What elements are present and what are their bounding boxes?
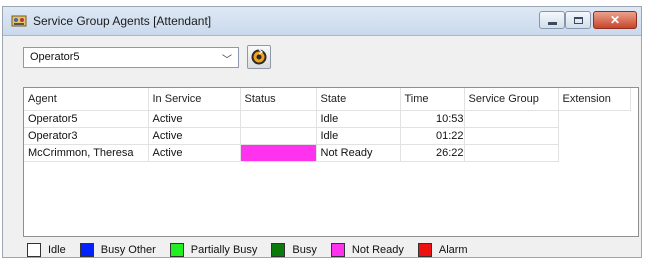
service-group-cell <box>464 127 559 145</box>
service-group-agents-window: Service Group Agents [Attendant] ✕ Opera… <box>2 6 642 258</box>
agent-cell: Operator5 <box>24 110 149 128</box>
in-service-cell: Active <box>148 127 241 145</box>
status-legend: Idle Busy Other Partially Busy Busy Not … <box>27 243 482 257</box>
toolbar: Operator5 ﹀ <box>3 35 641 79</box>
column-header-in-service[interactable]: In Service <box>148 88 241 111</box>
column-header-state[interactable]: State <box>316 88 401 111</box>
maximize-icon <box>573 16 583 24</box>
chevron-down-icon: ﹀ <box>222 55 232 66</box>
time-cell: 10:53 <box>400 110 465 128</box>
agent-cell: Operator3 <box>24 127 149 145</box>
legend-swatch <box>271 243 286 257</box>
operator-select-value: Operator5 <box>30 51 80 63</box>
legend-label: Busy Other <box>100 244 156 256</box>
close-button[interactable]: ✕ <box>593 11 637 29</box>
status-cell <box>240 144 317 162</box>
close-icon: ✕ <box>609 13 621 27</box>
window-title: Service Group Agents [Attendant] <box>33 14 212 28</box>
status-cell <box>240 110 317 128</box>
column-header-status[interactable]: Status <box>240 88 317 111</box>
state-cell: Not Ready <box>316 144 401 162</box>
legend-item-alarm: Alarm <box>417 243 468 257</box>
extension-cell <box>558 110 630 128</box>
column-header-extension[interactable]: Extension <box>558 88 631 111</box>
title-bar[interactable]: Service Group Agents [Attendant] ✕ <box>3 7 641 36</box>
table-row[interactable]: Operator3 Active Idle 01:22 <box>24 127 630 145</box>
legend-item-not-ready: Not Ready <box>330 243 404 257</box>
refresh-button[interactable] <box>247 45 271 69</box>
extension-cell <box>558 145 630 162</box>
agent-cell: McCrimmon, Theresa <box>24 144 149 162</box>
legend-item-busy-other: Busy Other <box>79 243 156 257</box>
extension-cell <box>558 128 630 145</box>
agents-grid[interactable]: Agent In Service Status State Time Servi… <box>23 87 639 237</box>
in-service-cell: Active <box>148 110 241 128</box>
minimize-button[interactable] <box>539 11 565 29</box>
service-group-icon <box>11 13 27 29</box>
legend-swatch <box>169 243 184 257</box>
legend-item-idle: Idle <box>27 243 66 257</box>
column-header-service-group[interactable]: Service Group <box>464 88 559 111</box>
legend-label: Partially Busy <box>190 244 258 256</box>
table-row[interactable]: Operator5 Active Idle 10:53 <box>24 110 630 128</box>
in-service-cell: Active <box>148 144 241 162</box>
table-row[interactable]: McCrimmon, Theresa Active Not Ready 26:2… <box>24 144 630 162</box>
minimize-icon <box>547 21 557 25</box>
column-header-agent[interactable]: Agent <box>24 88 149 111</box>
legend-label: Alarm <box>438 244 468 256</box>
legend-label: Busy <box>292 244 317 256</box>
operator-select[interactable]: Operator5 ﹀ <box>23 47 239 68</box>
state-cell: Idle <box>316 110 401 128</box>
state-cell: Idle <box>316 127 401 145</box>
agents-table: Agent In Service Status State Time Servi… <box>24 88 631 162</box>
legend-swatch <box>330 243 345 257</box>
legend-item-partially-busy: Partially Busy <box>169 243 258 257</box>
legend-item-busy: Busy <box>271 243 317 257</box>
refresh-icon <box>251 49 267 65</box>
table-header-row: Agent In Service Status State Time Servi… <box>24 88 631 111</box>
status-cell <box>240 127 317 145</box>
legend-label: Idle <box>48 244 66 256</box>
time-cell: 01:22 <box>400 127 465 145</box>
legend-swatch <box>27 243 41 257</box>
service-group-cell <box>464 144 559 162</box>
column-header-time[interactable]: Time <box>400 88 465 111</box>
legend-swatch <box>417 243 432 257</box>
maximize-button[interactable] <box>565 11 591 29</box>
legend-swatch <box>79 243 94 257</box>
legend-label: Not Ready <box>351 244 404 256</box>
time-cell: 26:22 <box>400 144 465 162</box>
service-group-cell <box>464 110 559 128</box>
